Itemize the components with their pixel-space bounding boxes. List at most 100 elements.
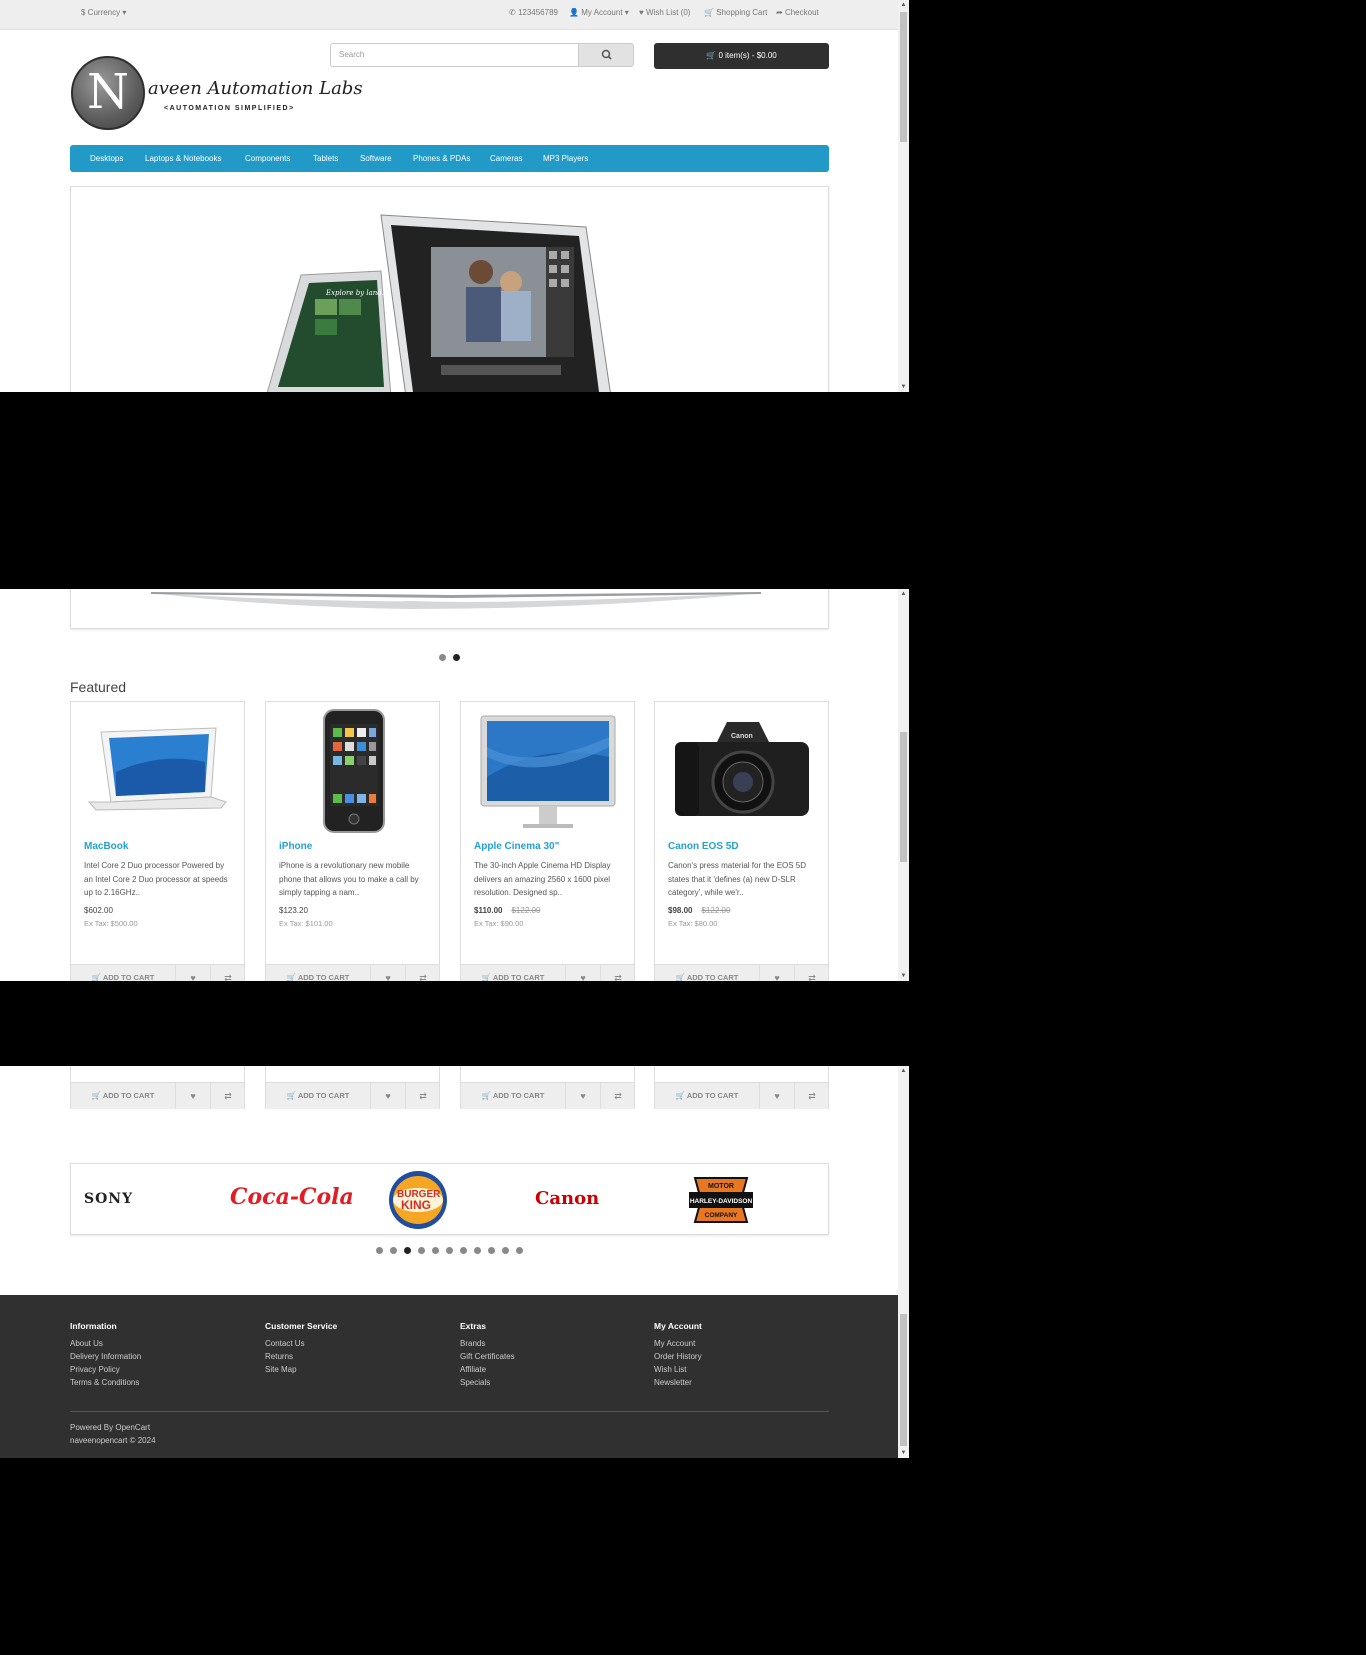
scrollbar[interactable]: ▲ ▼ — [898, 1066, 909, 1458]
compare-button[interactable]: ⇄ — [601, 965, 635, 981]
menu-item-components[interactable]: Components — [245, 154, 290, 163]
footer-link-brands[interactable]: Brands — [460, 1339, 485, 1348]
footer-link-my-account[interactable]: My Account — [654, 1339, 695, 1348]
footer-link-order-history[interactable]: Order History — [654, 1352, 702, 1361]
brand-logo-burger-king[interactable]: BURGER KING — [387, 1169, 449, 1231]
add-to-wishlist-button[interactable]: ♥ — [566, 1083, 601, 1109]
add-to-cart-button[interactable]: 🛒 ADD TO CART — [71, 1083, 176, 1109]
menu-item-desktops[interactable]: Desktops — [90, 154, 123, 163]
menu-item-laptops-notebooks[interactable]: Laptops & Notebooks — [145, 154, 222, 163]
compare-button[interactable]: ⇄ — [211, 965, 245, 981]
compare-button[interactable]: ⇄ — [795, 1083, 829, 1109]
add-to-cart-button[interactable]: 🛒 ADD TO CART — [71, 965, 176, 981]
cart-icon: 🛒 — [481, 1091, 491, 1100]
checkout-link[interactable]: ➦ Checkout — [776, 8, 819, 17]
add-to-cart-label: ADD TO CART — [492, 973, 545, 981]
search-input[interactable]: Search — [330, 43, 584, 67]
add-to-cart-button[interactable]: 🛒 ADD TO CART — [266, 965, 371, 981]
scroll-up-arrow-icon[interactable]: ▲ — [898, 1066, 909, 1076]
slideshow-dot-2[interactable] — [453, 654, 460, 661]
viewport-bottom: $602.00 Ex Tax: $500.00 🛒 ADD TO CART ♥ … — [0, 1066, 909, 1458]
footer-link-wish-list[interactable]: Wish List — [654, 1365, 686, 1374]
product-image-canon-eos-5d[interactable]: Canon — [655, 702, 828, 842]
wish-list-link[interactable]: ♥ Wish List (0) — [639, 8, 690, 17]
brand-dot-2[interactable] — [390, 1247, 397, 1254]
compare-button[interactable]: ⇄ — [211, 1083, 245, 1109]
footer-link-gift-certificates[interactable]: Gift Certificates — [460, 1352, 515, 1361]
search-button[interactable] — [578, 43, 634, 67]
product-name[interactable]: Canon EOS 5D — [668, 841, 739, 852]
caret-down-icon: ▾ — [122, 8, 127, 17]
footer-link-specials[interactable]: Specials — [460, 1378, 490, 1387]
menu-item-software[interactable]: Software — [360, 154, 392, 163]
add-to-cart-button[interactable]: 🛒 ADD TO CART — [461, 1083, 566, 1109]
scroll-down-arrow-icon[interactable]: ▼ — [898, 1448, 909, 1458]
add-to-wishlist-button[interactable]: ♥ — [566, 965, 601, 981]
shopping-cart-link[interactable]: 🛒 Shopping Cart — [704, 8, 767, 17]
product-name[interactable]: Apple Cinema 30" — [474, 841, 559, 852]
add-to-wishlist-button[interactable]: ♥ — [760, 965, 795, 981]
menu-item-tablets[interactable]: Tablets — [313, 154, 338, 163]
scrollbar-thumb[interactable] — [900, 12, 907, 142]
add-to-wishlist-button[interactable]: ♥ — [176, 1083, 211, 1109]
brand-logo-coca-cola[interactable]: Coca-Cola — [230, 1184, 354, 1210]
footer-link-site-map[interactable]: Site Map — [265, 1365, 297, 1374]
compare-button[interactable]: ⇄ — [406, 965, 440, 981]
my-account-dropdown[interactable]: 👤 My Account ▾ — [569, 8, 629, 17]
add-to-cart-button[interactable]: 🛒 ADD TO CART — [655, 1083, 760, 1109]
brand-logo-canon[interactable]: Canon — [535, 1188, 599, 1209]
scrollbar[interactable]: ▲ ▼ — [898, 0, 909, 392]
brand-dot-9[interactable] — [488, 1247, 495, 1254]
cart-button[interactable]: 🛒 0 item(s) - $0.00 — [654, 43, 829, 69]
brand-dot-4[interactable] — [418, 1247, 425, 1254]
slideshow-dot-1[interactable] — [439, 654, 446, 661]
scroll-down-arrow-icon[interactable]: ▼ — [898, 382, 909, 392]
brand-logo-sony[interactable]: SONY — [84, 1191, 133, 1207]
currency-dropdown[interactable]: $ Currency ▾ — [81, 8, 126, 17]
brand-dot-10[interactable] — [502, 1247, 509, 1254]
add-to-cart-button[interactable]: 🛒 ADD TO CART — [266, 1083, 371, 1109]
add-to-cart-button[interactable]: 🛒 ADD TO CART — [655, 965, 760, 981]
scrollbar[interactable]: ▲ ▼ — [898, 589, 909, 981]
product-image-apple-cinema[interactable] — [461, 702, 634, 842]
product-name[interactable]: MacBook — [84, 841, 128, 852]
brand-dot-11[interactable] — [516, 1247, 523, 1254]
product-image-iphone[interactable] — [266, 702, 439, 842]
scroll-up-arrow-icon[interactable]: ▲ — [898, 0, 909, 10]
scrollbar-thumb[interactable] — [900, 1314, 907, 1446]
brand-dot-1[interactable] — [376, 1247, 383, 1254]
footer-link-affiliate[interactable]: Affiliate — [460, 1365, 486, 1374]
add-to-cart-button[interactable]: 🛒 ADD TO CART — [461, 965, 566, 981]
slideshow[interactable]: Explore by land. — [70, 186, 829, 392]
footer-link-returns[interactable]: Returns — [265, 1352, 293, 1361]
compare-button[interactable]: ⇄ — [795, 965, 829, 981]
brand-dot-7[interactable] — [460, 1247, 467, 1254]
footer-link-about-us[interactable]: About Us — [70, 1339, 103, 1348]
compare-button[interactable]: ⇄ — [601, 1083, 635, 1109]
brand-logo-harley-davidson[interactable]: MOTOR HARLEY-DAVIDSON COMPANY — [685, 1170, 757, 1230]
footer-link-delivery-information[interactable]: Delivery Information — [70, 1352, 141, 1361]
footer-link-privacy-policy[interactable]: Privacy Policy — [70, 1365, 120, 1374]
footer-link-newsletter[interactable]: Newsletter — [654, 1378, 692, 1387]
product-image-macbook[interactable] — [71, 702, 244, 842]
menu-item-phones-pdas[interactable]: Phones & PDAs — [413, 154, 470, 163]
footer-link-contact-us[interactable]: Contact Us — [265, 1339, 305, 1348]
footer-link-terms-conditions[interactable]: Terms & Conditions — [70, 1378, 139, 1387]
compare-button[interactable]: ⇄ — [406, 1083, 440, 1109]
brand-dot-3[interactable] — [404, 1247, 411, 1254]
brand-dot-6[interactable] — [446, 1247, 453, 1254]
add-to-wishlist-button[interactable]: ♥ — [176, 965, 211, 981]
product-name[interactable]: iPhone — [279, 841, 312, 852]
opencart-link[interactable]: OpenCart — [115, 1423, 150, 1432]
scrollbar-thumb[interactable] — [900, 732, 907, 862]
add-to-wishlist-button[interactable]: ♥ — [371, 1083, 406, 1109]
add-to-wishlist-button[interactable]: ♥ — [760, 1083, 795, 1109]
brand-dot-8[interactable] — [474, 1247, 481, 1254]
scroll-up-arrow-icon[interactable]: ▲ — [898, 589, 909, 599]
phone-link[interactable]: ✆ 123456789 — [509, 8, 558, 17]
menu-item-mp3-players[interactable]: MP3 Players — [543, 154, 588, 163]
add-to-wishlist-button[interactable]: ♥ — [371, 965, 406, 981]
brand-dot-5[interactable] — [432, 1247, 439, 1254]
menu-item-cameras[interactable]: Cameras — [490, 154, 522, 163]
scroll-down-arrow-icon[interactable]: ▼ — [898, 971, 909, 981]
